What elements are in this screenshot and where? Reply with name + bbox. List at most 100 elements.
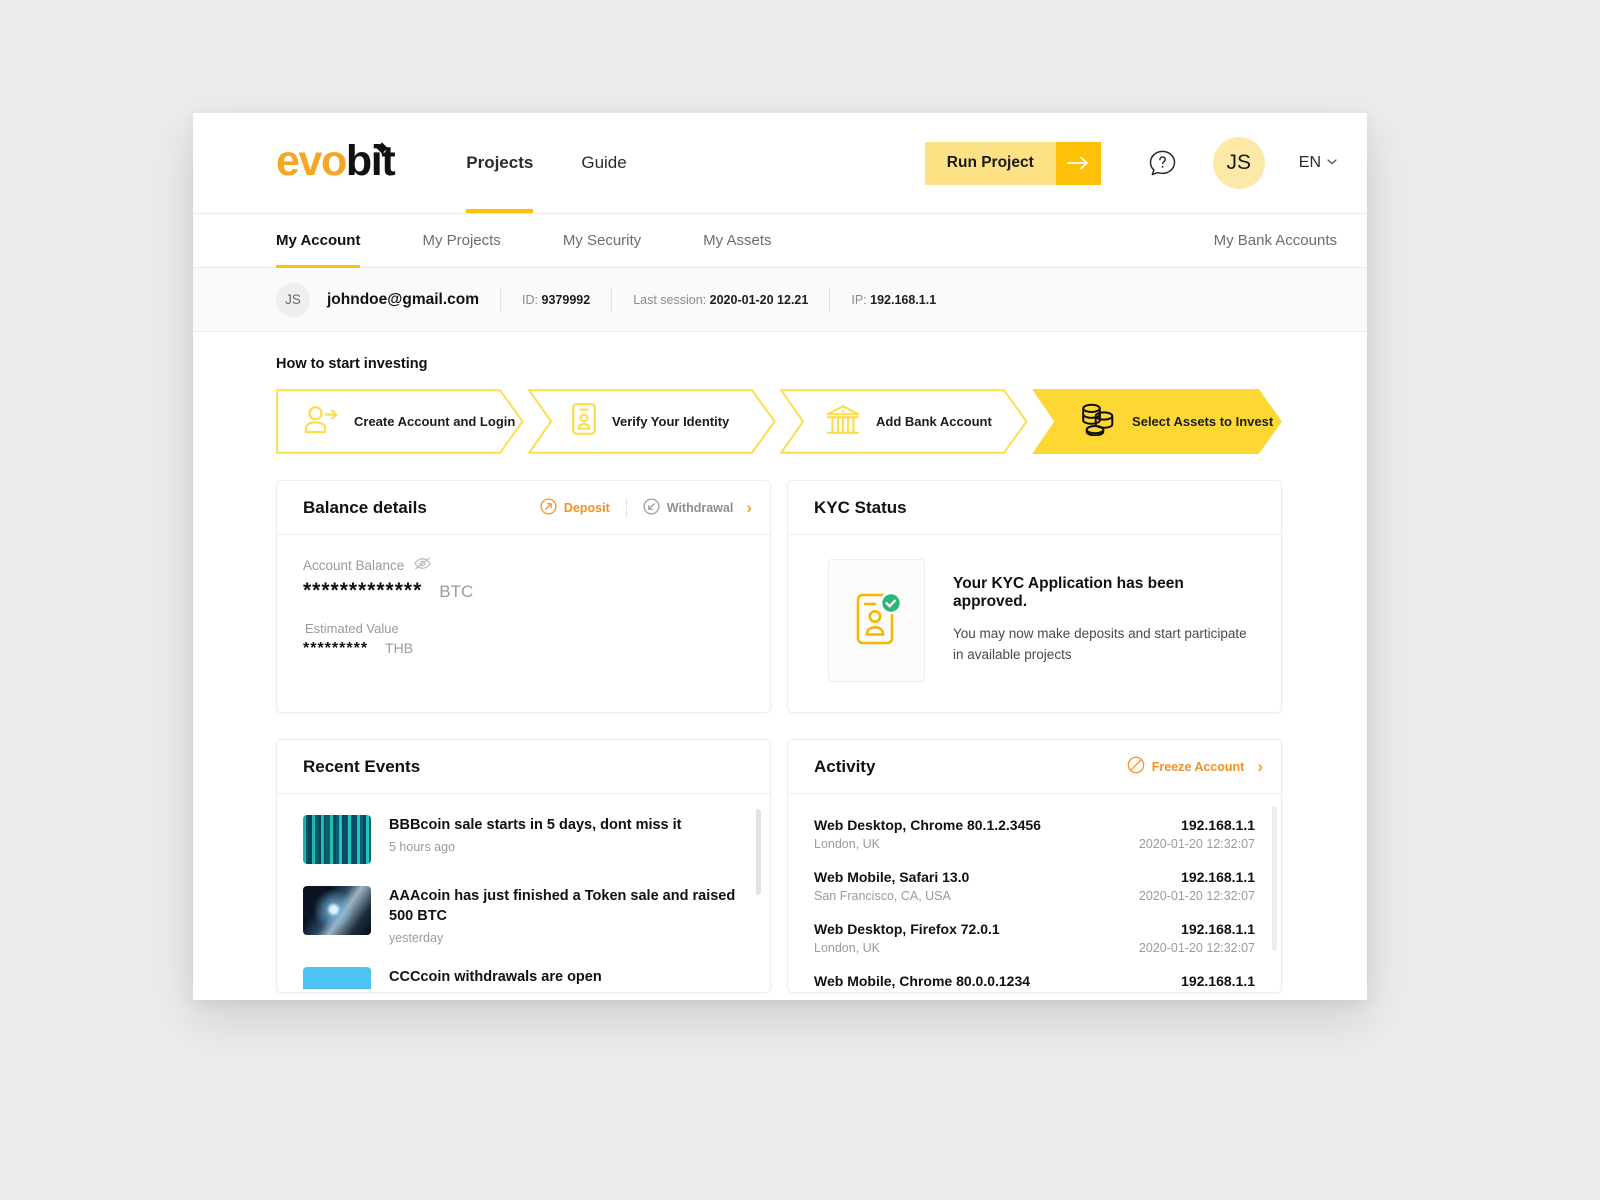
estimated-value-currency: THB <box>385 640 414 657</box>
events-scrollbar[interactable] <box>756 809 761 895</box>
activity-meta-block: 192.168.1.1 2020-01-20 12:32:07 <box>1139 869 1255 903</box>
account-balance-currency: BTC <box>439 582 474 601</box>
event-title: BBBcoin sale starts in 5 days, dont miss… <box>389 817 682 833</box>
activity-scrollbar[interactable] <box>1272 806 1277 951</box>
event-text: AAAcoin has just finished a Token sale a… <box>389 886 744 945</box>
deposit-icon <box>540 497 557 518</box>
freeze-account-button[interactable]: Freeze Account <box>1127 756 1245 777</box>
event-title: AAAcoin has just finished a Token sale a… <box>389 888 736 924</box>
activity-location: London, UK <box>814 837 881 851</box>
table-row[interactable]: Web Desktop, Firefox 72.0.1 London, UK 1… <box>814 912 1255 964</box>
evobit-logo[interactable]: evobit <box>276 139 396 183</box>
step-create-account[interactable]: Create Account and Login <box>276 389 524 454</box>
account-balance-row: ************* BTC <box>303 577 744 605</box>
account-ip-value: 192.168.1.1 <box>870 292 937 307</box>
nav-item-guide[interactable]: Guide <box>581 113 626 213</box>
arrow-right-icon <box>1055 141 1101 185</box>
bank-icon <box>826 404 860 440</box>
block-icon <box>1127 756 1145 777</box>
activity-device-block: Web Mobile, Safari 13.0 San Francisco, C… <box>814 869 969 903</box>
list-item[interactable]: BBBcoin sale starts in 5 days, dont miss… <box>303 804 744 875</box>
balance-card-title: Balance details <box>303 497 427 517</box>
event-time: 5 hours ago <box>389 840 456 854</box>
event-thumbnail <box>303 815 371 864</box>
balance-more-chevron-icon[interactable]: › <box>746 499 752 516</box>
kyc-icon-box <box>828 559 925 682</box>
withdrawal-label: Withdrawal <box>666 500 734 515</box>
account-balance-label: Account Balance <box>303 557 405 573</box>
main-content: How to start investing Create Account an <box>193 332 1367 993</box>
avatar[interactable]: JS <box>1212 137 1265 189</box>
activity-ip: 192.168.1.1 <box>1181 921 1255 937</box>
top-header-right: Run Project JS EN <box>924 137 1337 189</box>
events-list: BBBcoin sale starts in 5 days, dont miss… <box>277 804 770 989</box>
kyc-heading: Your KYC Application has been approved. <box>953 575 1184 610</box>
event-time: yesterday <box>389 931 444 945</box>
activity-device: Web Mobile, Safari 13.0 <box>814 869 970 885</box>
tab-my-bank-accounts[interactable]: My Bank Accounts <box>1214 214 1337 267</box>
activity-location: San Francisco, CA, USA <box>814 889 951 903</box>
event-thumbnail <box>303 967 371 989</box>
activity-location: London, UK <box>814 941 881 955</box>
step-label: Add Bank Account <box>876 414 992 429</box>
activity-device-block: Web Desktop, Firefox 72.0.1 London, UK <box>814 921 1000 955</box>
events-card-title: Recent Events <box>303 756 421 776</box>
event-text: BBBcoin sale starts in 5 days, dont miss… <box>389 815 682 854</box>
list-item[interactable]: CCCcoin withdrawals are open 2 day ago <box>303 956 744 989</box>
deposit-button[interactable]: Deposit <box>540 497 610 518</box>
account-id-value: 9379992 <box>541 292 591 307</box>
activity-device: Web Desktop, Chrome 80.1.2.3456 <box>814 817 1041 833</box>
last-session-label: Last session: <box>633 292 707 307</box>
help-circle-icon[interactable] <box>1148 149 1177 178</box>
activity-meta-block: 192.168.1.1 2020-01-20 12:32:07 <box>1139 973 1255 992</box>
activity-meta-block: 192.168.1.1 2020-01-20 12:32:07 <box>1139 921 1255 955</box>
step-select-assets[interactable]: Select Assets to Invest <box>1032 389 1282 454</box>
tab-my-account[interactable]: My Account <box>276 214 361 268</box>
top-header: evobit Projects Guide Run Project JS EN <box>193 113 1367 214</box>
withdrawal-button[interactable]: Withdrawal <box>643 497 734 518</box>
id-document-approved-icon <box>850 587 904 654</box>
language-selector[interactable]: EN <box>1299 154 1337 172</box>
eye-off-icon[interactable] <box>414 557 431 573</box>
account-ip-label: IP: <box>851 292 867 307</box>
divider <box>500 286 502 313</box>
account-info-strip: JS johndoe@gmail.com ID: 9379992 Last se… <box>193 268 1367 332</box>
step-label: Create Account and Login <box>354 414 516 429</box>
table-row[interactable]: Web Mobile, Safari 13.0 San Francisco, C… <box>814 860 1255 912</box>
estimated-value-row: ********* THB <box>303 638 744 660</box>
kyc-card-body: Your KYC Application has been approved. … <box>788 535 1281 712</box>
nav-item-projects[interactable]: Projects <box>466 113 534 213</box>
events-card-body: BBBcoin sale starts in 5 days, dont miss… <box>277 794 770 989</box>
tab-my-security[interactable]: My Security <box>563 214 641 267</box>
kyc-text-block: Your KYC Application has been approved. … <box>953 559 1255 666</box>
cards-row-top: Balance details Deposit Withdrawal › Acc… <box>276 480 1282 713</box>
event-title: CCCcoin withdrawals are open <box>389 969 602 985</box>
step-verify-identity[interactable]: Verify Your Identity <box>528 389 776 454</box>
tab-my-assets[interactable]: My Assets <box>703 214 771 267</box>
freeze-account-label: Freeze Account <box>1151 759 1245 774</box>
activity-card-header: Activity Freeze Account › <box>788 740 1281 794</box>
step-label: Verify Your Identity <box>612 414 730 429</box>
tab-my-projects[interactable]: My Projects <box>422 214 500 267</box>
run-project-label: Run Project <box>924 141 1056 185</box>
account-id-label: ID: <box>522 292 539 307</box>
step-add-bank-account[interactable]: Add Bank Account <box>780 389 1028 454</box>
divider <box>829 286 831 313</box>
onboarding-stepper: Create Account and Login Verify Your Ide… <box>276 389 1282 454</box>
deposit-label: Deposit <box>563 500 610 515</box>
activity-ip: 192.168.1.1 <box>1181 869 1255 885</box>
run-project-button[interactable]: Run Project <box>924 141 1101 185</box>
language-label: EN <box>1298 154 1321 171</box>
list-item[interactable]: AAAcoin has just finished a Token sale a… <box>303 875 744 956</box>
coins-icon <box>1078 403 1116 441</box>
table-row[interactable]: Web Desktop, Chrome 80.1.2.3456 London, … <box>814 808 1255 860</box>
kyc-status-card: KYC Status Your KYC Application has been… <box>787 480 1282 713</box>
activity-more-chevron-icon[interactable]: › <box>1257 758 1263 775</box>
kyc-body-text: You may now make deposits and start part… <box>953 626 1247 662</box>
divider <box>625 497 627 518</box>
activity-meta-block: 192.168.1.1 2020-01-20 12:32:07 <box>1139 817 1255 851</box>
account-balance-label-row: Account Balance <box>303 557 744 573</box>
divider <box>611 286 613 313</box>
table-row[interactable]: Web Mobile, Chrome 80.0.0.1234 San Franc… <box>814 964 1255 992</box>
withdrawal-icon <box>643 497 660 518</box>
